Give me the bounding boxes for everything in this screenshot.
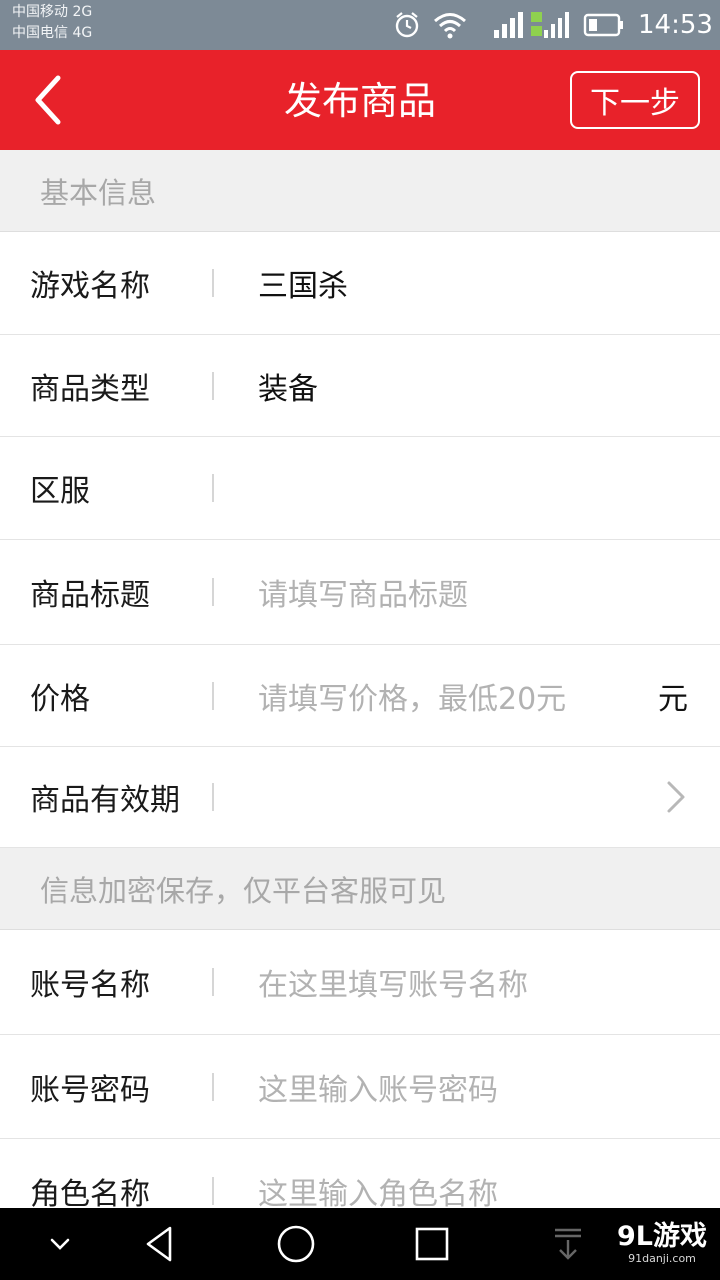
goods-title-label: 商品标题 (30, 578, 150, 613)
price-unit: 元 (658, 681, 688, 717)
account-password-row: 账号密码 这里输入账号密码 (0, 1035, 720, 1139)
goods-title-row: 商品标题 请填写商品标题 (0, 540, 720, 645)
carrier-1: 中国移动 2G (12, 4, 93, 20)
system-nav-bar: 9L游戏 91danji.com (0, 1208, 720, 1280)
server-row[interactable]: 区服 (0, 437, 720, 540)
back-triangle-icon[interactable] (132, 1220, 188, 1268)
account-name-input[interactable]: 在这里填写账号名称 (258, 930, 528, 1034)
site-watermark: 9L游戏 91danji.com (608, 1222, 716, 1276)
game-name-row[interactable]: 游戏名称 三国杀 (0, 232, 720, 335)
status-time: 14:53 (638, 10, 713, 40)
chevron-left-icon (35, 75, 61, 125)
home-circle-icon[interactable] (268, 1220, 324, 1268)
signal-icon (486, 10, 526, 40)
account-name-row: 账号名称 在这里填写账号名称 (0, 930, 720, 1035)
price-label: 价格 (30, 681, 90, 717)
next-step-button[interactable]: 下一步 (570, 71, 700, 129)
back-button[interactable] (20, 72, 76, 128)
pull-down-icon[interactable] (540, 1220, 596, 1268)
battery-icon (582, 10, 626, 40)
game-name-value: 三国杀 (258, 269, 348, 304)
account-password-input[interactable]: 这里输入账号密码 (258, 1035, 498, 1138)
watermark-url: 91danji.com (628, 1252, 696, 1265)
row-divider (212, 783, 214, 811)
account-name-label: 账号名称 (30, 968, 150, 1003)
chevron-right-icon (664, 747, 688, 847)
goods-type-label: 商品类型 (30, 371, 150, 407)
hide-keyboard-icon[interactable] (32, 1220, 88, 1268)
row-divider (212, 578, 214, 606)
alarm-clock-icon (392, 10, 422, 40)
goods-title-input[interactable]: 请填写商品标题 (258, 540, 468, 644)
row-divider (212, 1176, 214, 1205)
game-name-label: 游戏名称 (30, 269, 150, 304)
status-bar: 中国移动 2G 中国电信 4G 14:53 (0, 0, 720, 50)
row-divider (212, 269, 214, 297)
carrier-2: 中国电信 4G (12, 25, 93, 41)
price-input[interactable]: 请填写价格，最低20元 (258, 645, 566, 746)
goods-type-value: 装备 (258, 371, 318, 407)
validity-label: 商品有效期 (30, 783, 180, 818)
row-divider (212, 968, 214, 996)
price-row: 价格 请填写价格，最低20元 元 (0, 645, 720, 747)
watermark-logo: 9L游戏 (617, 1221, 707, 1252)
goods-type-row[interactable]: 商品类型 装备 (0, 335, 720, 437)
account-password-label: 账号密码 (30, 1072, 150, 1108)
section-secure-info: 信息加密保存，仅平台客服可见 (0, 848, 720, 930)
validity-row[interactable]: 商品有效期 (0, 747, 720, 848)
row-divider (212, 681, 214, 710)
row-divider (212, 474, 214, 502)
signal-4g-2g-icon (530, 10, 574, 40)
section-basic-info: 基本信息 (0, 150, 720, 232)
app-header: 发布商品 下一步 (0, 50, 720, 150)
server-label: 区服 (30, 474, 90, 509)
row-divider (212, 1072, 214, 1101)
recent-square-icon[interactable] (404, 1220, 460, 1268)
wifi-icon (430, 10, 470, 40)
row-divider (212, 371, 214, 400)
